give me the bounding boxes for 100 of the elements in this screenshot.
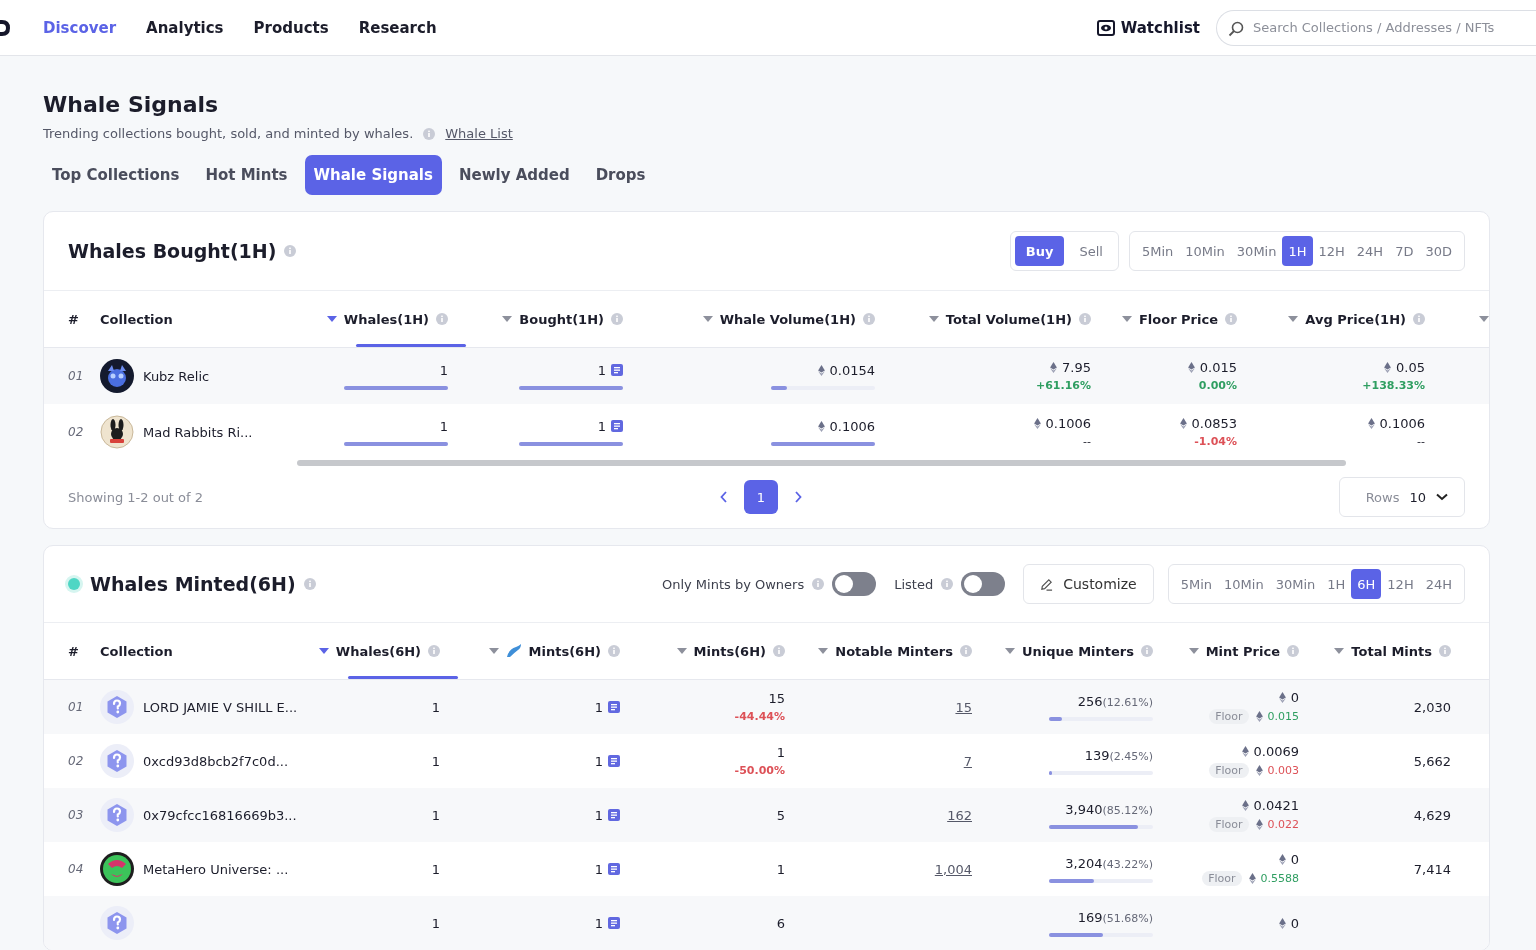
sort-icon[interactable] <box>502 316 513 322</box>
time-range-button[interactable]: 30Min <box>1230 236 1283 266</box>
column-header[interactable]: Unique Minters <box>990 623 1171 679</box>
tab[interactable]: Hot Mints <box>196 155 297 195</box>
list-icon[interactable] <box>611 420 623 432</box>
notable-minters-link[interactable]: 162 <box>947 807 972 823</box>
rows-per-page-select[interactable]: Rows 10 <box>1338 477 1465 517</box>
rows-value[interactable]: 10 <box>1409 489 1426 505</box>
time-range-button[interactable]: 10Min <box>1218 569 1270 599</box>
time-range-button[interactable]: 30D <box>1419 236 1458 266</box>
list-icon[interactable] <box>608 701 620 713</box>
column-label[interactable]: Bought(1H) <box>519 311 604 327</box>
info-icon[interactable] <box>611 313 623 325</box>
time-range-button[interactable]: 24H <box>1419 569 1458 599</box>
whale-list-link[interactable]: Whale List <box>445 126 513 141</box>
logo-icon[interactable] <box>0 17 12 38</box>
sort-icon[interactable] <box>318 648 329 654</box>
info-icon[interactable] <box>1141 645 1153 657</box>
scrollbar[interactable] <box>297 460 1346 466</box>
sort-icon[interactable] <box>1479 316 1489 322</box>
time-range-button[interactable]: 1H <box>1282 236 1313 266</box>
column-header[interactable]: Bought(1H) <box>466 291 641 347</box>
column-label[interactable]: Mints(6H) <box>528 643 601 659</box>
column-label[interactable]: Unique Minters <box>1022 643 1134 659</box>
sort-icon[interactable] <box>1288 316 1299 322</box>
info-icon[interactable] <box>941 578 954 590</box>
info-icon[interactable] <box>773 645 785 657</box>
column-header[interactable]: Mint Price <box>1171 623 1317 679</box>
sort-icon[interactable] <box>326 316 337 322</box>
column-label[interactable]: Whales(6H) <box>335 643 421 659</box>
list-icon[interactable] <box>608 917 620 929</box>
info-icon[interactable] <box>1079 313 1091 325</box>
sort-icon[interactable] <box>928 316 939 322</box>
time-range-button[interactable]: 24H <box>1350 236 1390 266</box>
watchlist-button[interactable]: Watchlist <box>1096 18 1200 37</box>
time-range-button[interactable]: 30Min <box>1269 569 1322 599</box>
time-range-button[interactable]: 6H <box>1351 569 1382 599</box>
nav-link[interactable]: Analytics <box>146 18 224 37</box>
column-header[interactable]: Whale Volume(1H) <box>641 291 893 347</box>
info-icon[interactable] <box>1225 313 1237 325</box>
sort-icon[interactable] <box>1334 648 1345 654</box>
list-icon[interactable] <box>611 364 623 376</box>
column-label[interactable]: Floor Price <box>1138 311 1218 327</box>
tab[interactable]: Whale Signals <box>304 155 442 195</box>
nav-link[interactable]: Research <box>358 18 437 37</box>
column-header[interactable]: Notable Minters <box>803 623 990 679</box>
nav-link[interactable]: Discover <box>43 18 117 37</box>
time-range-button[interactable]: 7D <box>1389 236 1420 266</box>
column-label[interactable]: Mint Price <box>1205 643 1280 659</box>
column-header[interactable]: Mints(6H) <box>638 623 803 679</box>
toggle-switch[interactable] <box>961 572 1006 596</box>
sort-icon[interactable] <box>676 648 687 654</box>
column-header[interactable]: Whales(6H) <box>310 623 458 679</box>
collection-name[interactable]: 0x79cfcc16816669b3... <box>143 807 297 823</box>
collection-name[interactable]: Kubz Relic <box>143 368 210 384</box>
sort-icon[interactable] <box>702 316 713 322</box>
column-label[interactable]: Notable Minters <box>835 643 953 659</box>
list-icon[interactable] <box>608 863 620 875</box>
info-icon[interactable] <box>960 645 972 657</box>
collection-name[interactable]: Mad Rabbits Ri... <box>143 424 253 440</box>
time-range-button[interactable]: 12H <box>1381 569 1420 599</box>
collection-name[interactable]: MetaHero Universe: ... <box>143 861 289 877</box>
collection-name[interactable]: LORD JAMIE V SHILL E... <box>143 699 298 715</box>
info-icon[interactable] <box>284 245 297 257</box>
search-field[interactable]: Search Collections / Addresses / NFTs <box>1216 9 1536 46</box>
column-header[interactable]: Whales(1H) <box>310 291 466 347</box>
tab[interactable]: Drops <box>586 155 655 195</box>
nav-link[interactable]: Products <box>253 18 329 37</box>
sort-icon[interactable] <box>1121 316 1132 322</box>
info-icon[interactable] <box>428 645 440 657</box>
column-header[interactable]: Total Volume(1H) <box>893 291 1109 347</box>
mode-button[interactable]: Sell <box>1068 236 1114 266</box>
info-icon[interactable] <box>1439 645 1451 657</box>
column-label[interactable]: Total Mints <box>1351 643 1432 659</box>
time-range-button[interactable]: 10Min <box>1179 236 1231 266</box>
column-label[interactable]: Whale Volume(1H) <box>719 311 856 327</box>
sort-icon[interactable] <box>488 648 499 654</box>
sort-icon[interactable] <box>1188 648 1199 654</box>
column-label[interactable]: Total Volume(1H) <box>945 311 1072 327</box>
sort-icon[interactable] <box>1005 648 1015 654</box>
list-icon[interactable] <box>608 755 620 767</box>
tab[interactable]: Newly Added <box>449 155 579 195</box>
time-range-button[interactable]: 1H <box>1321 569 1352 599</box>
time-range-button[interactable]: 5Min <box>1135 236 1180 266</box>
mode-button[interactable]: Buy <box>1014 236 1065 266</box>
notable-minters-link[interactable]: 1,004 <box>934 861 972 877</box>
column-label[interactable]: Mints(6H) <box>693 643 766 659</box>
info-icon[interactable] <box>1413 313 1425 325</box>
info-icon[interactable] <box>436 313 448 325</box>
page-button[interactable]: 1 <box>744 480 778 514</box>
column-label[interactable]: Whales(1H) <box>343 311 429 327</box>
info-icon[interactable] <box>1287 645 1299 657</box>
collection-name[interactable]: 0xcd93d8bcb2f7c0d... <box>143 753 289 769</box>
info-icon[interactable] <box>863 313 875 325</box>
column-header[interactable]: Avg Price(1H) <box>1255 291 1443 347</box>
notable-minters-link[interactable]: 7 <box>963 753 972 769</box>
column-header[interactable]: Floor Price <box>1109 291 1255 347</box>
column-header[interactable]: Total Mints <box>1317 623 1469 679</box>
time-range-button[interactable]: 5Min <box>1174 569 1219 599</box>
list-icon[interactable] <box>608 809 620 821</box>
